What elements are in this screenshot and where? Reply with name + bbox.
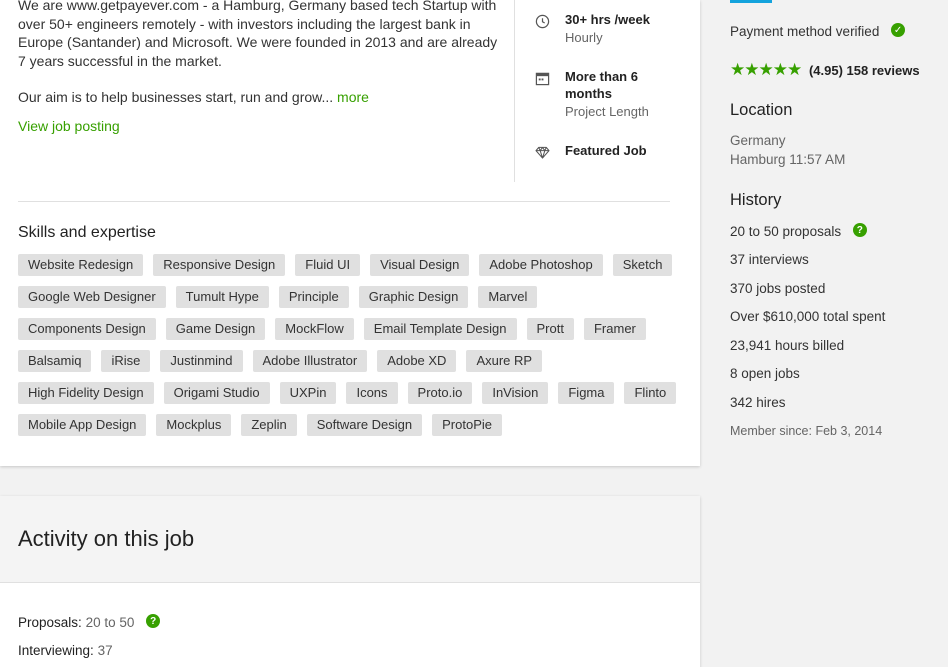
proposals-value: 20 to 50 (85, 615, 135, 630)
skill-chip[interactable]: Sketch (612, 254, 673, 276)
activity-title: Activity on this job (18, 526, 195, 551)
help-icon[interactable]: ? (852, 223, 867, 238)
history-item: 342 hires (730, 395, 786, 410)
activity-header: Activity on this job (0, 496, 700, 583)
skill-chip[interactable]: Software Design (306, 414, 423, 436)
skill-chip[interactable]: Tumult Hype (175, 286, 269, 308)
interviewing-value: 37 (97, 643, 113, 658)
skills-list: Website Redesign Responsive Design Fluid U… (18, 254, 678, 436)
skill-chip[interactable]: Adobe XD (377, 350, 457, 372)
skill-chip[interactable]: Website Redesign (18, 254, 144, 276)
member-since: Member since: Feb 3, 2014 (730, 424, 883, 438)
skill-chip[interactable]: UXPin (279, 382, 337, 404)
more-link[interactable]: more (337, 89, 369, 105)
meta-title: More than 6 months (565, 69, 638, 101)
skill-chip[interactable]: InVision (482, 382, 549, 404)
client-rating: ★★★★★ (4.95) 158 reviews (730, 60, 920, 80)
skill-chip[interactable]: Adobe Photoshop (479, 254, 603, 276)
history-item: 23,941 hours billed (730, 338, 845, 353)
meta-title: 30+ hrs /week (565, 12, 650, 27)
skill-chip[interactable]: Mockplus (156, 414, 232, 436)
skill-chip[interactable]: Mobile App Design (18, 414, 147, 436)
skill-chip[interactable]: Axure RP (466, 350, 543, 372)
skill-chip[interactable]: Origami Studio (163, 382, 270, 404)
skill-chip[interactable]: MockFlow (275, 318, 354, 340)
skills-heading: Skills and expertise (18, 224, 156, 241)
skill-chip[interactable]: Balsamiq (18, 350, 92, 372)
skill-chip[interactable]: Framer (583, 318, 646, 340)
history-item: 20 to 50 proposals ? (730, 223, 867, 239)
check-circle-icon: ✓ (891, 23, 906, 38)
calendar-icon (534, 70, 550, 86)
activity-card: Activity on this job Proposals: 20 to 50… (0, 496, 700, 667)
history-item: 37 interviews (730, 252, 809, 267)
clock-icon (534, 13, 550, 29)
skill-chip[interactable]: Email Template Design (363, 318, 517, 340)
skill-chip[interactable]: Marvel (478, 286, 538, 308)
activity-interviewing: Interviewing: 37 (18, 643, 113, 658)
meta-subtitle: Project Length (565, 104, 649, 119)
skill-chip[interactable]: Proto.io (407, 382, 473, 404)
skill-chip[interactable]: Visual Design (370, 254, 470, 276)
payment-verified: Payment method verified ✓ (730, 23, 906, 39)
skill-chip[interactable]: Components Design (18, 318, 156, 340)
location-heading: Location (730, 101, 793, 119)
history-item: Over $610,000 total spent (730, 309, 886, 324)
diamond-icon (534, 144, 550, 160)
skill-chip[interactable]: High Fidelity Design (18, 382, 154, 404)
skill-chip[interactable]: Adobe Illustrator (252, 350, 368, 372)
section-divider (18, 201, 670, 202)
star-rating-icon: ★★★★★ (730, 60, 802, 79)
skill-chip[interactable]: Prott (526, 318, 574, 340)
skill-chip[interactable]: Principle (278, 286, 349, 308)
interviewing-label: Interviewing: (18, 643, 94, 658)
job-description: We are www.getpayever.com - a Hamburg, G… (18, 0, 498, 125)
history-heading: History (730, 191, 782, 209)
client-city-time: Hamburg 11:57 AM (730, 152, 846, 167)
description-paragraph-2: Our aim is to help businesses start, run… (18, 88, 498, 107)
proposals-label: Proposals: (18, 615, 82, 630)
top-accent-bar (730, 0, 772, 3)
view-job-posting-link[interactable]: View job posting (18, 118, 120, 134)
skill-chip[interactable]: Figma (558, 382, 615, 404)
meta-subtitle: Hourly (565, 30, 603, 45)
payment-verified-label: Payment method verified (730, 24, 880, 39)
skill-chip[interactable]: Responsive Design (153, 254, 286, 276)
description-paragraph-1: We are www.getpayever.com - a Hamburg, G… (18, 0, 498, 69)
rating-text[interactable]: (4.95) 158 reviews (809, 63, 920, 78)
skill-chip[interactable]: Flinto (624, 382, 677, 404)
description-paragraph-2-text: Our aim is to help businesses start, run… (18, 89, 338, 105)
skill-chip[interactable]: Justinmind (160, 350, 243, 372)
history-item: 370 jobs posted (730, 281, 826, 296)
vertical-divider (514, 0, 515, 182)
skill-chip[interactable]: Game Design (165, 318, 266, 340)
job-details-card: We are www.getpayever.com - a Hamburg, G… (0, 0, 700, 466)
activity-proposals: Proposals: 20 to 50 ? (18, 614, 161, 630)
history-item-text: 20 to 50 proposals (730, 224, 842, 239)
client-country: Germany (730, 133, 786, 148)
meta-title: Featured Job (565, 143, 647, 158)
skill-chip[interactable]: Zeplin (241, 414, 297, 436)
skill-chip[interactable]: ProtoPie (432, 414, 503, 436)
skill-chip[interactable]: Google Web Designer (18, 286, 166, 308)
history-item: 8 open jobs (730, 366, 800, 381)
skill-chip[interactable]: Icons (346, 382, 398, 404)
skill-chip[interactable]: Fluid UI (295, 254, 361, 276)
skill-chip[interactable]: iRise (101, 350, 151, 372)
help-icon[interactable]: ? (146, 614, 161, 629)
skill-chip[interactable]: Graphic Design (358, 286, 469, 308)
